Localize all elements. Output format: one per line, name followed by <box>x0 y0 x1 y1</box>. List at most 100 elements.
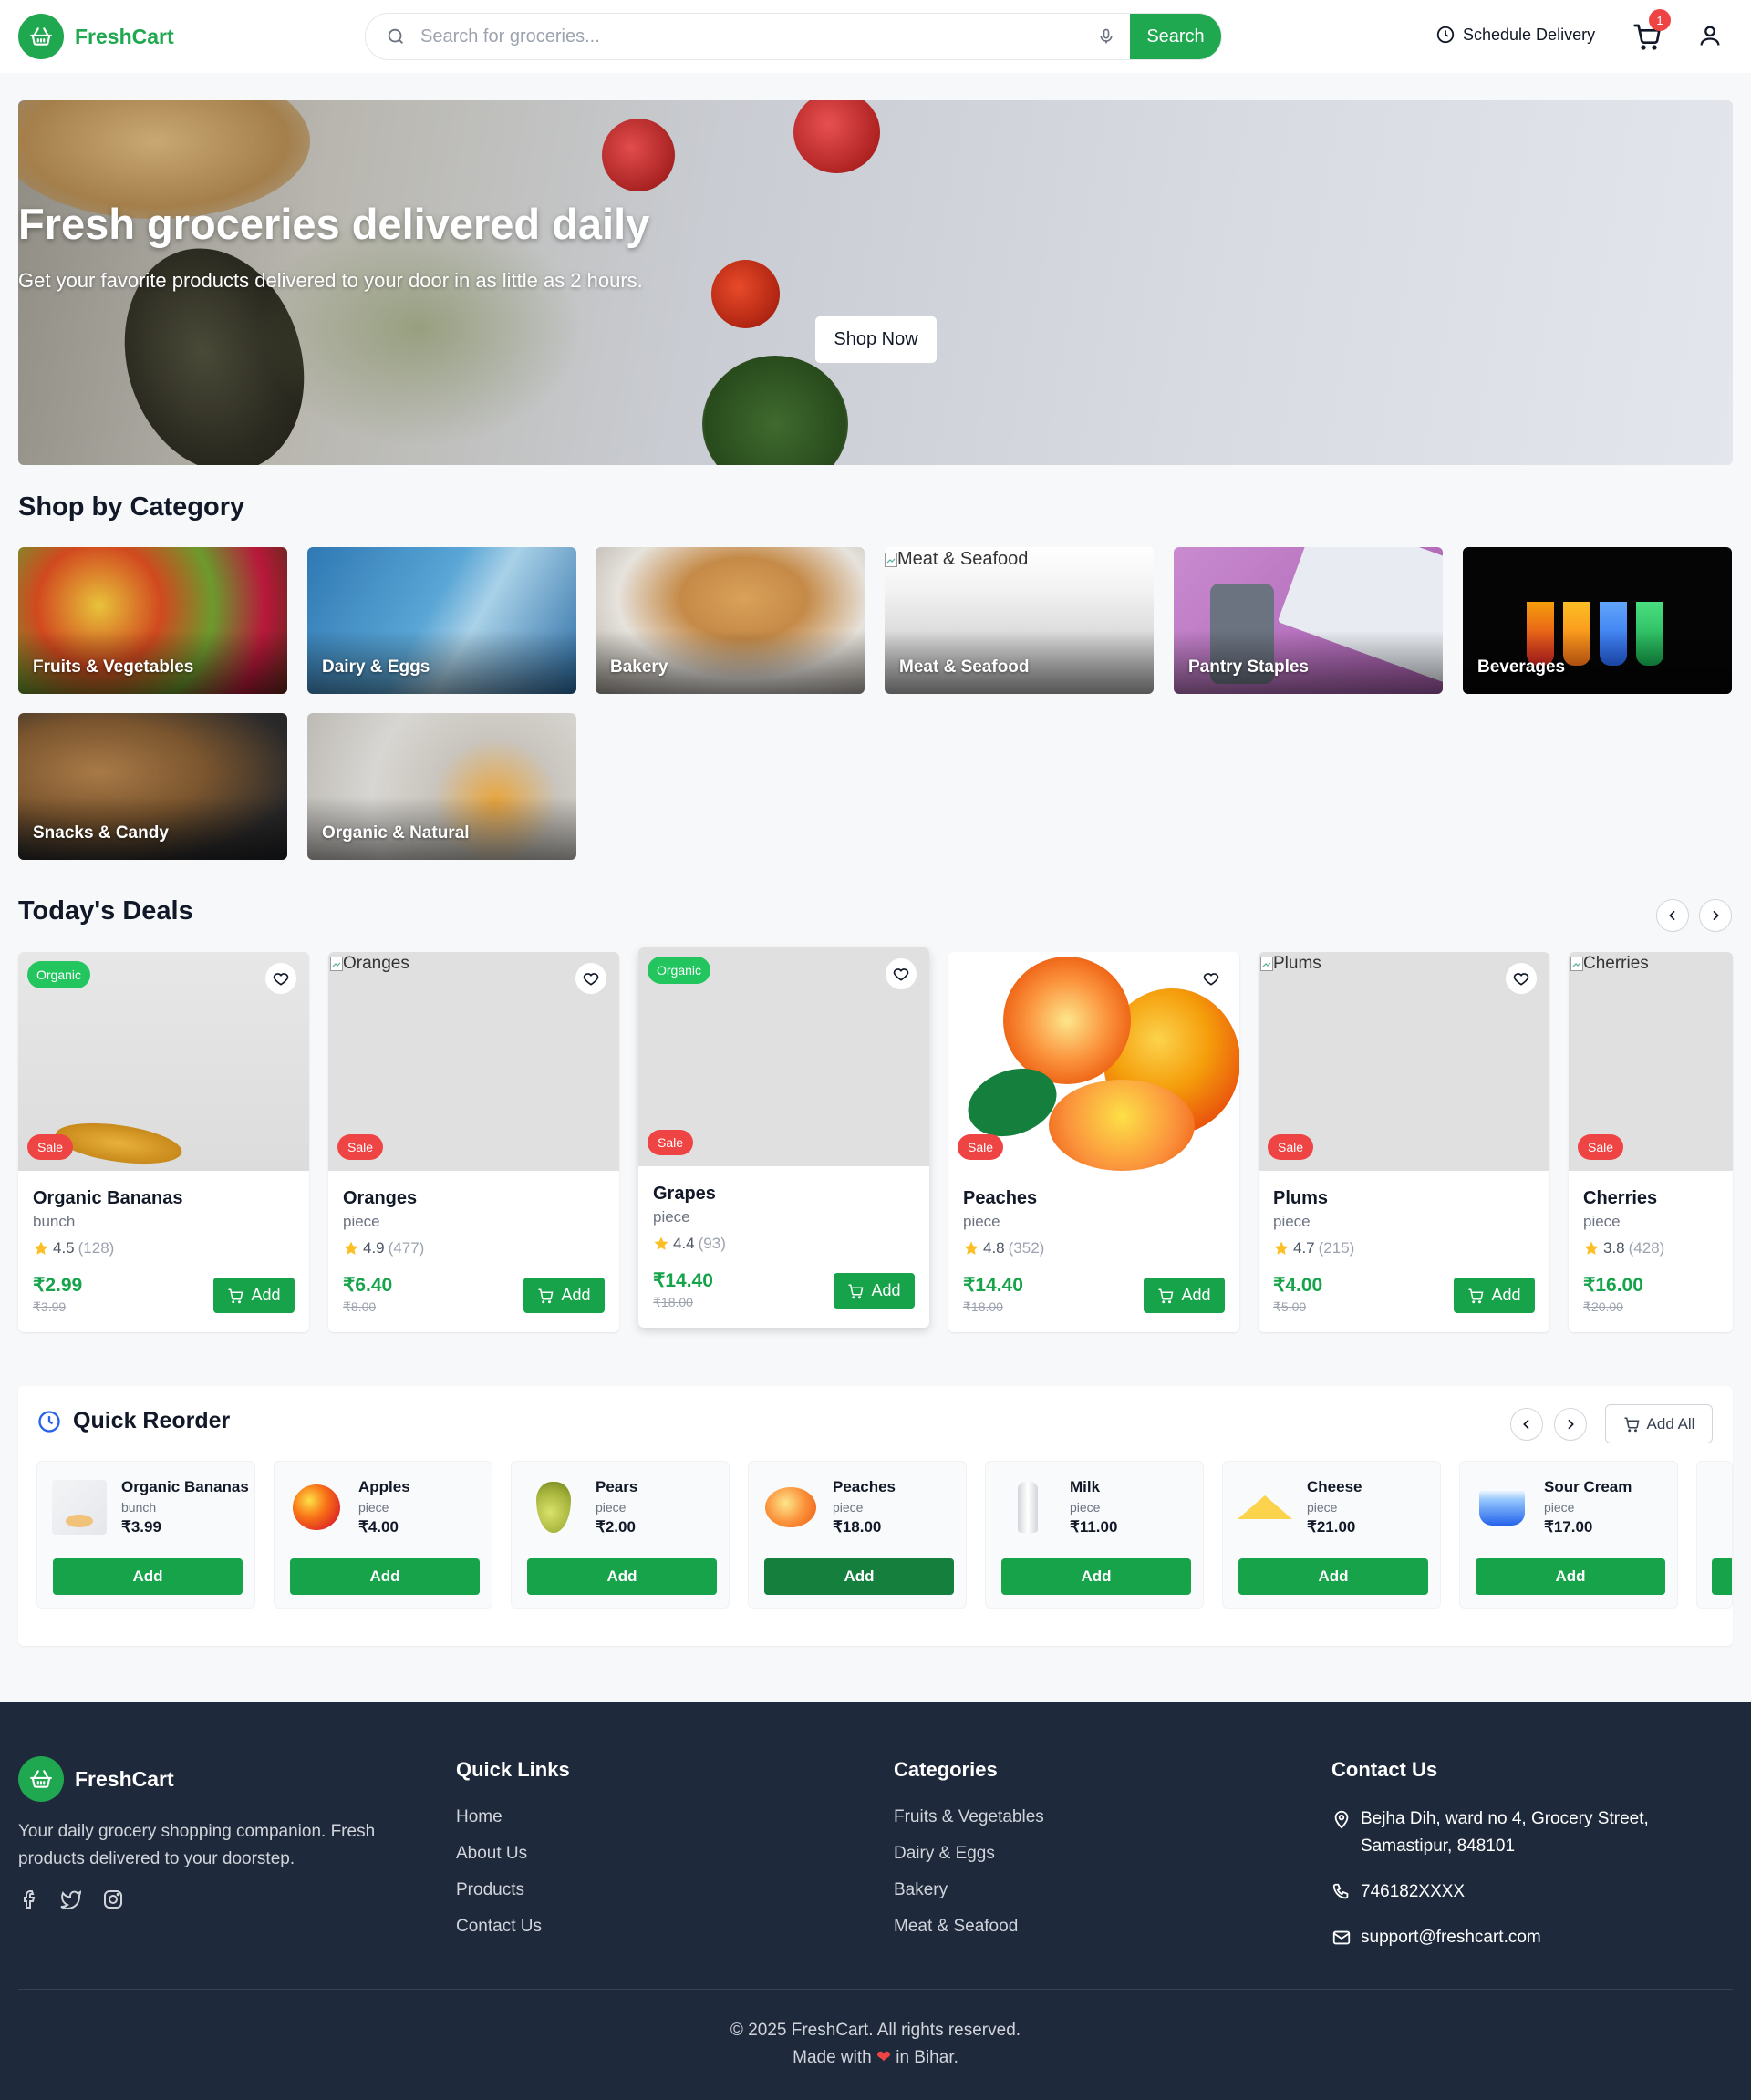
location-pin-icon <box>1331 1809 1352 1829</box>
footer-category-link[interactable]: Fruits & Vegetables <box>894 1807 1044 1827</box>
deal-card[interactable]: Organic Sale Organic Bananas bunch 4.5 (… <box>18 952 309 1332</box>
site-footer: FreshCart Your daily grocery shopping co… <box>0 1702 1751 2100</box>
add-to-cart-button[interactable]: Add <box>523 1278 605 1313</box>
peach-image <box>1003 957 1131 1084</box>
deal-card[interactable]: Plums Sale Plums piece 4.7 (215) ₹4.00 ₹… <box>1259 952 1549 1332</box>
category-card-pantry-staples[interactable]: Pantry Staples <box>1174 547 1443 694</box>
product-unit: piece <box>343 1213 380 1230</box>
add-to-cart-button[interactable]: Add <box>1144 1278 1225 1313</box>
wishlist-heart-icon[interactable] <box>1506 963 1537 994</box>
cart-button[interactable]: 1 <box>1632 9 1671 51</box>
reorder-prev-button[interactable] <box>1510 1408 1543 1441</box>
product-name: Plums <box>1273 1188 1329 1208</box>
address-text: Bejha Dih, ward no 4, Grocery Street, Sa… <box>1361 1809 1649 1856</box>
wishlist-heart-icon[interactable] <box>1196 963 1227 994</box>
reorder-item-name: Organic Bananas <box>121 1478 249 1495</box>
add-all-label: Add All <box>1646 1414 1695 1433</box>
footer-link-about[interactable]: About Us <box>456 1844 527 1864</box>
copyright-text: © 2025 FreshCart. All rights reserved. <box>730 2021 1021 2040</box>
wishlist-heart-icon[interactable] <box>265 963 296 994</box>
facebook-icon[interactable] <box>18 1888 40 1910</box>
phone-text[interactable]: 746182XXXX <box>1361 1878 1465 1906</box>
footer-logo[interactable]: FreshCart <box>18 1756 174 1802</box>
broken-image-icon <box>885 552 897 567</box>
footer-link-contact[interactable]: Contact Us <box>456 1917 542 1937</box>
reorder-add-button[interactable]: Add <box>53 1558 243 1595</box>
product-name: Grapes <box>653 1184 716 1204</box>
cart-icon <box>1624 1417 1639 1432</box>
footer-link-products[interactable]: Products <box>456 1880 524 1900</box>
image-alt-text: Plums <box>1273 954 1321 973</box>
broken-image-icon <box>1260 957 1273 971</box>
made-with-prefix: Made with <box>793 2048 872 2067</box>
contact-address: Bejha Dih, ward no 4, Grocery Street, Sa… <box>1331 1805 1715 1860</box>
strawberry-image <box>602 119 675 191</box>
shop-now-button[interactable]: Shop Now <box>815 316 937 363</box>
category-card-dairy-eggs[interactable]: Dairy & Eggs <box>307 547 576 694</box>
contact-title: Contact Us <box>1331 1758 1438 1781</box>
contact-phone: 746182XXXX <box>1331 1878 1465 1906</box>
category-card-organic-natural[interactable]: Organic & Natural <box>307 713 576 860</box>
footer-category-link[interactable]: Bakery <box>894 1880 948 1900</box>
category-card-snacks-candy[interactable]: Snacks & Candy <box>18 713 287 860</box>
deal-card[interactable]: Oranges Sale Oranges piece 4.9 (477) ₹6.… <box>328 952 619 1332</box>
reorder-item-name: Cheese <box>1307 1478 1362 1495</box>
hero-subtitle: Get your favorite products delivered to … <box>18 269 643 292</box>
user-account-icon[interactable] <box>1697 23 1723 48</box>
email-text[interactable]: support@freshcart.com <box>1361 1924 1541 1951</box>
reorder-add-button[interactable]: Add <box>1001 1558 1191 1595</box>
add-to-cart-button[interactable]: Add <box>213 1278 295 1313</box>
footer-category-link[interactable]: Dairy & Eggs <box>894 1844 995 1864</box>
deals-prev-button[interactable] <box>1656 899 1689 932</box>
add-to-cart-button[interactable]: Add <box>1454 1278 1535 1313</box>
schedule-delivery-label: Schedule Delivery <box>1463 25 1596 44</box>
category-card-fruits-vegetables[interactable]: Fruits & Vegetables <box>18 547 287 694</box>
category-card-beverages[interactable]: Beverages <box>1463 547 1732 694</box>
schedule-delivery-button[interactable]: Schedule Delivery <box>1435 25 1595 45</box>
add-to-cart-button[interactable]: Add <box>834 1273 915 1309</box>
deal-card[interactable]: Cherries Sale Cherries piece 3.8 (428) ₹… <box>1569 952 1733 1332</box>
reorder-add-button[interactable]: Add <box>1476 1558 1665 1595</box>
star-icon <box>654 1236 668 1250</box>
footer-category-link[interactable]: Meat & Seafood <box>894 1917 1018 1937</box>
made-with-suffix: in Bihar. <box>896 2048 958 2067</box>
original-price: ₹18.00 <box>963 1299 1003 1314</box>
twitter-icon[interactable] <box>60 1888 82 1910</box>
search-input[interactable] <box>420 26 1097 47</box>
category-label: Fruits & Vegetables <box>33 657 194 677</box>
review-count: (215) <box>1318 1239 1355 1257</box>
microphone-icon[interactable] <box>1097 27 1115 46</box>
reorder-add-button[interactable]: Add <box>764 1558 954 1595</box>
milk-bottle-image <box>1018 1482 1038 1533</box>
reorder-add-button[interactable]: Add <box>1238 1558 1428 1595</box>
deal-card[interactable]: Sale Peaches piece 4.8 (352) ₹14.40 ₹18.… <box>948 952 1239 1332</box>
footer-link-home[interactable]: Home <box>456 1807 503 1827</box>
category-card-meat-seafood[interactable]: Meat & Seafood Meat & Seafood <box>885 547 1154 694</box>
review-count: (352) <box>1008 1239 1045 1257</box>
instagram-icon[interactable] <box>102 1888 124 1910</box>
add-all-button[interactable]: Add All <box>1605 1404 1713 1443</box>
search-button[interactable]: Search <box>1130 14 1221 59</box>
deal-card[interactable]: Organic Sale Grapes piece 4.4 (93) ₹14.4… <box>638 947 929 1328</box>
reorder-item-name: Milk <box>1070 1478 1101 1495</box>
brand-logo[interactable]: FreshCart <box>18 14 174 59</box>
product-rating: 3.8 (428) <box>1583 1239 1664 1257</box>
reorder-item-price: ₹21.00 <box>1307 1518 1356 1536</box>
wishlist-heart-icon[interactable] <box>575 963 606 994</box>
kale-image <box>702 356 848 465</box>
reorder-next-button[interactable] <box>1554 1408 1587 1441</box>
sale-price: ₹2.99 <box>33 1275 83 1296</box>
add-label: Add <box>561 1286 591 1304</box>
star-icon <box>1274 1241 1289 1255</box>
product-rating: 4.5 (128) <box>33 1239 114 1257</box>
product-unit: bunch <box>33 1213 76 1230</box>
deals-next-button[interactable] <box>1699 899 1732 932</box>
wishlist-heart-icon[interactable] <box>886 958 917 989</box>
category-card-bakery[interactable]: Bakery <box>596 547 865 694</box>
reorder-add-button[interactable]: Add <box>290 1558 480 1595</box>
reorder-add-button[interactable]: Add <box>527 1558 717 1595</box>
reorder-item-partial <box>1696 1461 1733 1609</box>
reorder-add-button-partial[interactable] <box>1712 1558 1732 1595</box>
star-icon <box>964 1241 979 1255</box>
pear-image <box>536 1482 571 1533</box>
